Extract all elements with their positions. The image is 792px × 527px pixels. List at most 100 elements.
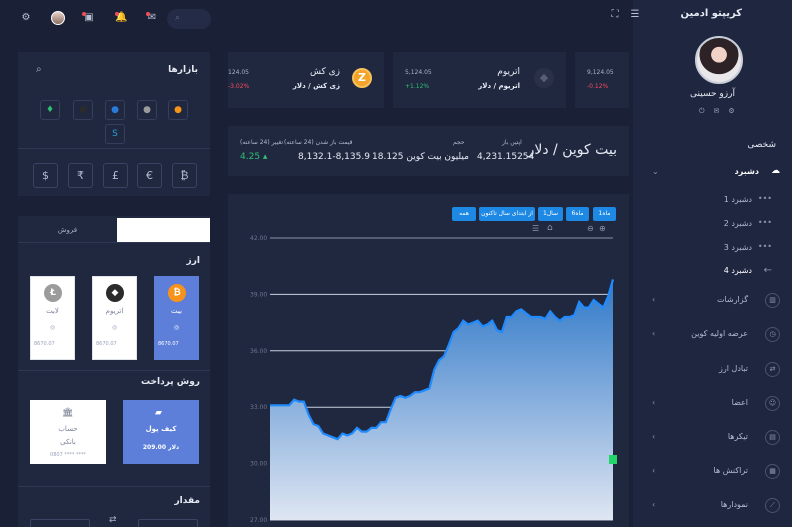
pound-icon[interactable]: £ — [103, 163, 128, 188]
mail-icon[interactable]: ✉ — [714, 107, 720, 116]
swap-icon[interactable]: ⇄ — [109, 515, 117, 525]
sidebar: ☰ کریپتو ادمین آرزو حسینی ⏻ ✉ ⚙ شخصی ⌄ د… — [631, 0, 792, 527]
ethereum-icon: ◆ — [106, 284, 124, 302]
last-price: 4,231.15254 — [477, 152, 535, 162]
sidebar-item-label: دشبرد — [734, 167, 759, 176]
ticker-price: 124.05 — [228, 69, 249, 76]
sub-label: دشبرد 4 — [723, 266, 752, 275]
litecoin-icon: Ł — [44, 284, 62, 302]
coin-price: 8670.07 — [34, 341, 55, 347]
coin-dot-icon: ◎ — [111, 324, 118, 331]
coin-price: 8670.07 — [158, 341, 179, 347]
bank-sub: بانکی — [60, 438, 76, 446]
divider — [18, 148, 210, 149]
wallet-option[interactable]: ▰ کیف پول 209.00 دلار — [123, 400, 199, 464]
ticker-card-1[interactable]: 9,124.05 -0.12% — [575, 52, 629, 108]
chart-icon: ▥ — [765, 293, 780, 308]
gear-icon[interactable]: ⚙ — [728, 107, 734, 116]
litecoin-icon[interactable]: ● — [137, 100, 157, 120]
ticker-card-2[interactable]: اتریوم اتریوم / دلار 5,124.05 +1.12% ◆ — [393, 52, 566, 108]
settings-icon[interactable]: ⚙ — [20, 12, 32, 24]
dots-icon: ••• — [757, 218, 772, 227]
sidebar-item-charts[interactable]: ‹ نمودارها ⟋ — [633, 497, 792, 515]
line-chart-icon: ⟋ — [765, 498, 780, 513]
power-icon[interactable]: ⏻ — [699, 107, 705, 116]
dash-icon[interactable]: ● — [105, 100, 125, 120]
user-icon: ☺ — [765, 396, 780, 411]
clock-icon: ◷ — [765, 327, 780, 342]
amount-title: مقدار — [174, 496, 200, 506]
ethereum-icon: ◆ — [534, 68, 554, 88]
y-tick-label: 36.00 — [250, 348, 267, 355]
coin-card-bitcoin[interactable]: ₿ بیت ◎ 8670.07 — [154, 276, 199, 360]
ticker-icon: ▤ — [765, 430, 780, 445]
ticker-card-3[interactable]: زی کش زی کش / دلار 124.05 -3.02% Z — [228, 52, 384, 108]
sidebar-sub-3[interactable]: دشبرد 3 ••• — [633, 241, 792, 257]
profile-avatar — [695, 36, 743, 84]
chevron-left-icon: ‹ — [652, 500, 656, 509]
chevron-left-icon: ‹ — [652, 466, 656, 475]
tab-buy[interactable] — [117, 218, 210, 242]
coin-name: بیت — [171, 307, 182, 315]
dashboard-icon: ☁ — [771, 166, 780, 176]
ethereum-green-icon[interactable]: ♦ — [40, 100, 60, 120]
bitcoin-currency-icon[interactable]: ₿ — [172, 163, 197, 188]
chat-icon[interactable]: ▣ — [82, 12, 95, 24]
sidebar-item-ico[interactable]: ‹ عرضه اولیه کوین ◷ — [633, 326, 792, 344]
euro-icon[interactable]: € — [137, 163, 162, 188]
ticker-change: +1.12% — [405, 83, 430, 90]
divider — [18, 486, 210, 487]
sidebar-sub-1[interactable]: دشبرد 1 ••• — [633, 193, 792, 209]
trade-card: فروش ارز ₿ بیت ◎ 8670.07 ◆ اتریوم ◎ 8670… — [18, 216, 210, 527]
mail-icon[interactable]: ✉ — [146, 12, 158, 24]
coin-dot-icon: ◎ — [49, 324, 56, 331]
coin-card-ethereum[interactable]: ◆ اتریوم ◎ 8670.07 — [92, 276, 137, 360]
sidebar-item-reports[interactable]: ‹ گزارشات ▥ — [633, 292, 792, 310]
sidebar-item-label: تراکنش ها — [713, 466, 748, 475]
sidebar-item-label: گزارشات — [717, 295, 748, 304]
tab-sell[interactable]: فروش — [18, 218, 117, 242]
volume: 18.125 میلیون بیت کوین — [372, 152, 469, 162]
sub-label: دشبرد 1 — [723, 195, 752, 204]
user-avatar-icon[interactable] — [51, 11, 65, 25]
sidebar-item-members[interactable]: ‹ اعضا ☺ — [633, 395, 792, 413]
coin-card-litecoin[interactable]: Ł لایت ◎ 8670.07 — [30, 276, 75, 360]
sidebar-sub-2[interactable]: دشبرد 2 ••• — [633, 217, 792, 233]
y-tick-label: 27.00 — [250, 517, 267, 524]
stat-label: اپتیں باز — [502, 139, 522, 146]
market-title: بیت کوین / دلار — [527, 142, 617, 158]
currency-title: ارز — [186, 256, 200, 266]
arrow-up-icon: ▴ — [262, 152, 268, 162]
ticker-change: -0.12% — [587, 83, 609, 90]
amount-input-right[interactable] — [138, 519, 198, 527]
sidebar-item-exchange[interactable]: تبادل ارز ⇄ — [633, 361, 792, 379]
dots-icon: ••• — [757, 242, 772, 251]
fullscreen-icon[interactable]: ⛶ — [609, 9, 621, 21]
wallet-label: کیف پول — [145, 425, 177, 433]
menu-toggle-icon[interactable]: ☰ — [629, 9, 641, 21]
sidebar-sub-4[interactable]: دشبرد 4 ← — [633, 264, 792, 280]
sidebar-item-dashboard[interactable]: ⌄ دشبرد ☁ — [633, 164, 792, 182]
sidebar-item-label: اعضا — [731, 398, 748, 407]
chart-marker — [609, 455, 617, 464]
ethereum-icon[interactable]: ● — [73, 100, 93, 120]
wallet-icon: ▰ — [155, 408, 162, 418]
sidebar-item-tickers[interactable]: ‹ تیکرها ▤ — [633, 429, 792, 447]
amount-input-left[interactable] — [30, 519, 90, 527]
dollar-icon[interactable]: $ — [33, 163, 58, 188]
stratis-icon[interactable]: S — [105, 124, 125, 144]
rupee-icon[interactable]: ₹ — [68, 163, 93, 188]
search-input[interactable]: ⌕ — [167, 9, 211, 29]
bank-option[interactable]: 🏛 حساب بانکی 0807 **** **** — [30, 400, 106, 464]
user-name: آرزو حسینی — [690, 89, 735, 99]
markets-title: بازارها — [168, 65, 198, 75]
exchange-icon: ⇄ — [765, 362, 780, 377]
search-icon[interactable]: ⌕ — [36, 64, 42, 75]
y-tick-label: 42.00 — [250, 235, 267, 242]
bell-icon[interactable]: 🔔 — [115, 12, 127, 24]
bitcoin-icon[interactable]: ● — [168, 100, 188, 120]
sidebar-item-transactions[interactable]: ‹ تراکنش ها ▦ — [633, 463, 792, 481]
sidebar-item-label: عرضه اولیه کوین — [691, 329, 748, 338]
bank-label: حساب — [58, 425, 78, 433]
sidebar-item-label: تبادل ارز — [719, 364, 748, 373]
